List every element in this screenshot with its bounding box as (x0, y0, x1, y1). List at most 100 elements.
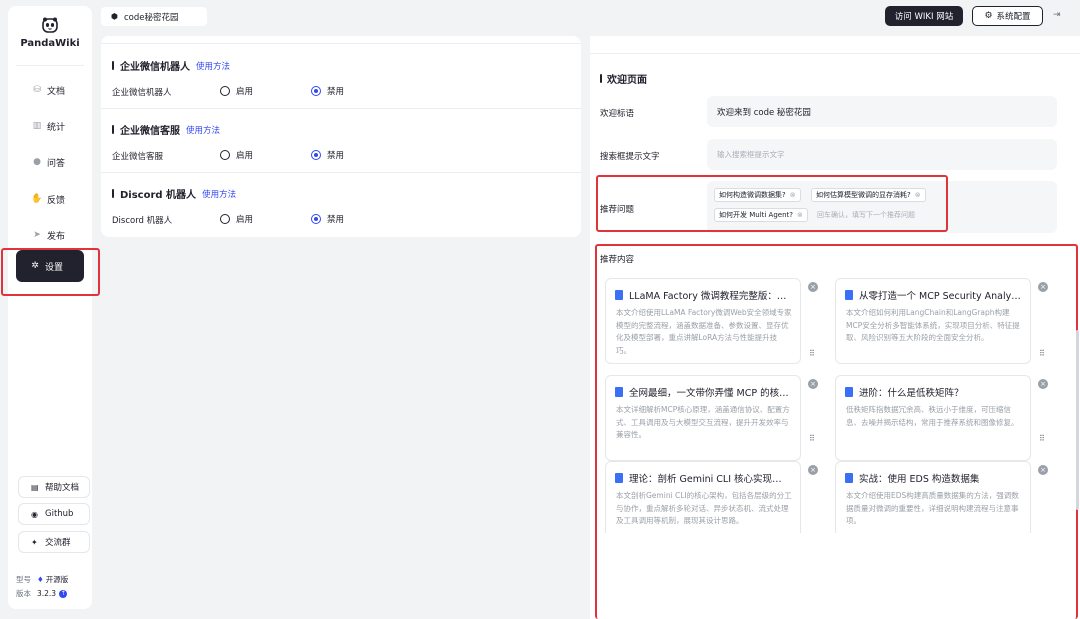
section-wecom-service: 企业微信客服 使用方法 (112, 122, 220, 137)
question-chip[interactable]: 如何估算模型微调的显存消耗? ⊗ (811, 188, 926, 202)
sidebar-item-stats[interactable]: ▥ 统计 (18, 113, 82, 139)
usage-link[interactable]: 使用方法 (186, 124, 220, 136)
usage-link[interactable]: 使用方法 (202, 188, 236, 200)
update-badge-icon[interactable]: ↑ (59, 589, 68, 598)
remove-card-icon[interactable]: × (808, 465, 818, 475)
sidebar-item-publish[interactable]: ➤ 发布 (18, 222, 82, 248)
github-label: Github (45, 509, 74, 519)
chip-label: 如何估算模型微调的显存消耗? (816, 191, 911, 199)
sidebar-item-label: 发布 (47, 231, 66, 242)
usage-link[interactable]: 使用方法 (196, 60, 230, 72)
recommended-content-label: 推荐内容 (600, 255, 635, 265)
sidebar: PandaWiki ⛁ 文档 ▥ 统计 ● 问答 ✋ 反馈 ➤ 发布 ✲ 设置 … (8, 6, 92, 609)
model-row: 型号 ♦ 开源版 (16, 574, 68, 585)
card-description: 本文介绍如何利用LangChain和LangGraph构建MCP安全分析多智能体… (846, 308, 1020, 342)
document-icon (615, 290, 623, 300)
bot-settings-panel: 企业微信机器人 使用方法 企业微信机器人 启用 禁用 企业微信客服 使用方法 企… (101, 36, 581, 237)
card-title: 从零打造一个 MCP Security Analyzer (845, 288, 1021, 302)
card-title: 全网最细，一文带你弄懂 MCP 的核心原理 (615, 385, 791, 399)
discord-bot-enable-radio[interactable]: 启用 (220, 213, 253, 225)
visit-wiki-button[interactable]: 访问 WIKI 网站 (885, 6, 963, 26)
recommended-card[interactable]: 从零打造一个 MCP Security Analyzer 本文介绍如何利用Lan… (835, 278, 1031, 364)
remove-card-icon[interactable]: × (808, 379, 818, 389)
card-description: 本文介绍使用LLaMA Factory微调Web安全领域专家模型的完整流程，涵盖… (616, 308, 792, 355)
wecom-bot-label: 企业微信机器人 (112, 88, 172, 98)
radio-label: 禁用 (327, 87, 345, 97)
version-value-text: 3.2.3 (37, 589, 57, 598)
chart-icon: ▥ (32, 121, 42, 131)
recommended-card[interactable]: 全网最细，一文带你弄懂 MCP 的核心原理 本文详细解析MCP核心原理，涵盖通信… (605, 375, 801, 461)
card-description: 本文详细解析MCP核心原理，涵盖通信协议、配置方式、工具调用及与大模型交互流程，… (616, 405, 790, 439)
logo[interactable]: PandaWiki (8, 16, 92, 49)
wecom-bot-enable-radio[interactable]: 启用 (220, 85, 253, 97)
section-marker (600, 74, 602, 83)
github-button[interactable]: ◉ Github (18, 503, 90, 525)
sidebar-item-label: 反馈 (47, 195, 66, 206)
card-title-text: LLaMA Factory 微调教程完整版：从入门到... (629, 291, 791, 302)
github-icon: ◉ (31, 509, 38, 519)
remove-card-icon[interactable]: × (1038, 465, 1048, 475)
welcome-settings-panel: 欢迎页面 欢迎标语 欢迎来到 code 秘密花园 搜索框提示文字 输入搜索框提示… (590, 36, 1080, 619)
document-icon: ⛁ (33, 85, 41, 95)
card-title-text: 进阶：什么是低秩矩阵？ (859, 388, 964, 399)
document-icon (845, 473, 853, 483)
wecom-bot-disable-radio[interactable]: 禁用 (311, 85, 344, 97)
card-title-text: 全网最细，一文带你弄懂 MCP 的核心原理 (629, 388, 791, 399)
welcome-slogan-label: 欢迎标语 (600, 109, 635, 119)
wecom-service-enable-radio[interactable]: 启用 (220, 149, 253, 161)
sidebar-item-settings[interactable]: ✲ 设置 (16, 250, 84, 282)
sidebar-item-docs[interactable]: ⛁ 文档 (18, 77, 82, 103)
recommended-questions-input[interactable]: 如何构造微调数据集? ⊗ 如何估算模型微调的显存消耗? ⊗ 如何开发 Multi A… (707, 181, 1057, 233)
system-config-label: 系统配置 (996, 12, 1031, 22)
welcome-section-title: 欢迎页面 (600, 71, 647, 86)
radio-circle (220, 86, 230, 96)
help-docs-button[interactable]: ▤ 帮助文档 (18, 476, 90, 498)
remove-chip-icon[interactable]: ⊗ (797, 211, 803, 219)
drag-handle-icon[interactable]: ⠿ (809, 349, 815, 358)
logout-icon[interactable]: ⇥ (1053, 10, 1065, 22)
search-hint-label: 搜索框提示文字 (600, 152, 660, 162)
section-discord-bot: Discord 机器人 使用方法 (112, 186, 236, 201)
radio-label: 启用 (236, 215, 254, 225)
sidebar-item-feedback[interactable]: ✋ 反馈 (18, 186, 82, 212)
recommended-card[interactable]: LLaMA Factory 微调教程完整版：从入门到... 本文介绍使用LLaM… (605, 278, 801, 364)
card-title-text: 从零打造一个 MCP Security Analyzer (859, 291, 1021, 302)
section-marker (112, 189, 114, 198)
drag-handle-icon[interactable]: ⠿ (809, 434, 815, 443)
nav-divider (16, 65, 84, 66)
question-chip[interactable]: 如何构造微调数据集? ⊗ (714, 188, 801, 202)
sidebar-item-qa[interactable]: ● 问答 (18, 149, 82, 175)
community-group-button[interactable]: ✦ 交流群 (18, 531, 90, 553)
document-icon (845, 387, 853, 397)
panel-bottom-fill (590, 533, 1080, 619)
search-hint-input[interactable]: 输入搜索框提示文字 (707, 139, 1057, 170)
discord-bot-disable-radio[interactable]: 禁用 (311, 213, 344, 225)
drag-handle-icon[interactable]: ⠿ (1039, 349, 1045, 358)
breadcrumb[interactable]: ⬢ code秘密花园 (101, 7, 207, 26)
document-icon (845, 290, 853, 300)
knowledge-base-name: code秘密花园 (123, 12, 179, 23)
system-config-button[interactable]: ⚙ 系统配置 (972, 6, 1043, 26)
scrollbar[interactable] (1076, 330, 1079, 510)
divider (590, 53, 1080, 54)
group-icon: ✦ (31, 537, 38, 547)
remove-card-icon[interactable]: × (808, 282, 818, 292)
remove-chip-icon[interactable]: ⊗ (915, 191, 921, 199)
radio-circle (311, 86, 321, 96)
card-title: 理论：剖析 Gemini CLI 核心实现原理 (615, 471, 791, 485)
recommended-card[interactable]: 进阶：什么是低秩矩阵？ 低秩矩阵指数据冗余高、秩远小于维度，可压缩信息、去噪并揭… (835, 375, 1031, 461)
card-title-text: 实战：使用 EDS 构造数据集 (859, 474, 980, 485)
drag-handle-icon[interactable]: ⠿ (1039, 434, 1045, 443)
remove-chip-icon[interactable]: ⊗ (790, 191, 796, 199)
question-chip[interactable]: 如何开发 Multi Agent? ⊗ (714, 208, 808, 222)
radio-label: 禁用 (327, 151, 345, 161)
sidebar-item-label: 统计 (47, 122, 66, 133)
remove-card-icon[interactable]: × (1038, 379, 1048, 389)
remove-card-icon[interactable]: × (1038, 282, 1048, 292)
wecom-service-disable-radio[interactable]: 禁用 (311, 149, 344, 161)
card-description: 低秩矩阵指数据冗余高、秩远小于维度，可压缩信息、去噪并揭示结构，常用于推荐系统和… (846, 405, 1019, 427)
radio-label: 启用 (236, 151, 254, 161)
community-group-label: 交流群 (45, 538, 71, 548)
app-name: PandaWiki (20, 38, 80, 49)
welcome-slogan-input[interactable]: 欢迎来到 code 秘密花园 (707, 96, 1057, 127)
